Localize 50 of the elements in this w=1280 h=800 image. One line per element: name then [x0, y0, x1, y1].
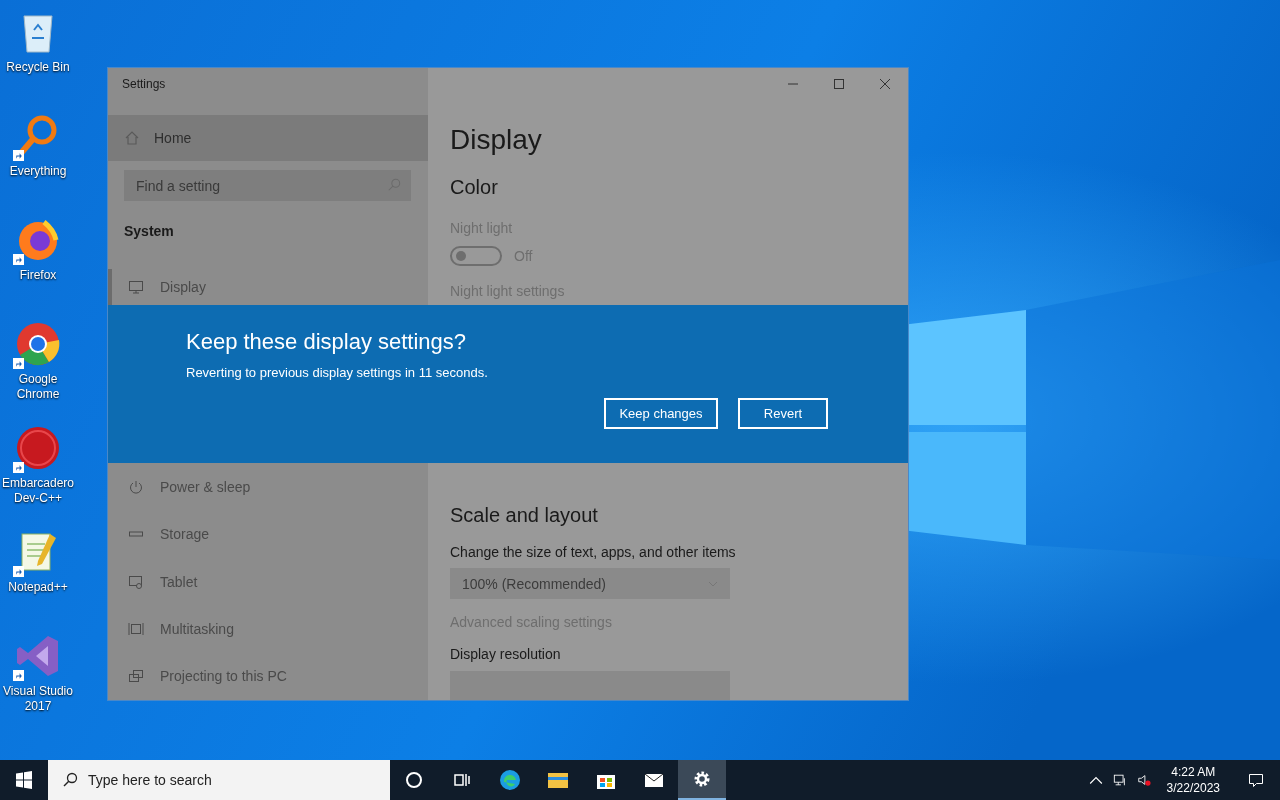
home-icon [124, 130, 140, 147]
settings-taskbar-button[interactable] [678, 760, 726, 800]
revert-button[interactable]: Revert [738, 398, 828, 429]
section-heading: System [124, 223, 175, 240]
network-icon[interactable] [1112, 773, 1127, 787]
section-heading: Scale and layout [450, 503, 599, 528]
desktop-icon-label[interactable]: Google Chrome [0, 372, 76, 402]
shortcut-arrow-icon [13, 462, 24, 473]
home-item[interactable]: Home [108, 114, 428, 162]
edge-icon [498, 768, 522, 792]
scale-dropdown[interactable]: 100% (Recommended) [450, 568, 730, 599]
shortcut-arrow-icon [13, 670, 24, 681]
monitor-icon [128, 279, 144, 296]
search-icon [62, 772, 78, 788]
desktop-icon-label[interactable]: Firefox [19, 268, 57, 283]
keep-button[interactable]: Keep changes [604, 398, 718, 429]
clock-time[interactable]: 4:22 AM [1171, 764, 1216, 780]
multitask-icon [128, 620, 144, 637]
nav-item[interactable]: Tablet [108, 557, 428, 606]
nav-item[interactable]: Storage [108, 510, 428, 558]
dialog-title: Keep these display settings? [186, 329, 468, 355]
shortcut-arrow-icon [13, 566, 24, 577]
nav-item[interactable]: Multitasking [108, 605, 428, 653]
desktop-icon-label[interactable]: Recycle Bin [6, 60, 70, 75]
desktop-icon-label[interactable]: Notepad++ [8, 580, 68, 595]
shortcut-arrow-icon [13, 358, 24, 369]
projector-icon [128, 668, 144, 685]
page-heading: Display [450, 123, 543, 157]
circle-logo-icon[interactable] [14, 424, 62, 472]
search-field[interactable]: Find a setting [124, 170, 411, 202]
window-title: Settings [122, 77, 167, 93]
desktop-icon-label[interactable]: Everything [9, 164, 67, 179]
power-icon [128, 478, 144, 495]
muted-speaker-icon[interactable] [1136, 773, 1151, 787]
setting-label: Display resolution [450, 646, 562, 662]
nav-item[interactable]: Projecting to this PC [108, 652, 428, 700]
chrome-icon[interactable] [14, 320, 62, 368]
notification-icon[interactable] [1248, 772, 1264, 788]
clock-date[interactable]: 3/22/2023 [1166, 780, 1220, 796]
nav-item[interactable]: Power & sleep [108, 463, 428, 511]
setting-label: Change the size of text, apps, and other items [450, 544, 737, 560]
taskbar-search-field[interactable]: Type here to search [48, 760, 390, 800]
tablet-icon [128, 573, 144, 590]
shortcut-arrow-icon [13, 254, 24, 265]
shortcut-arrow-icon [13, 150, 24, 161]
section-heading: Color [450, 175, 499, 200]
toggle-switch[interactable] [450, 246, 502, 266]
desktop-icon-label[interactable]: Visual Studio 2017 [0, 684, 76, 714]
desktop-icon-label[interactable]: Embarcadero Dev-C++ [0, 476, 76, 506]
dialog-message: Reverting to previous display settings in 11 seconds. [186, 365, 489, 380]
